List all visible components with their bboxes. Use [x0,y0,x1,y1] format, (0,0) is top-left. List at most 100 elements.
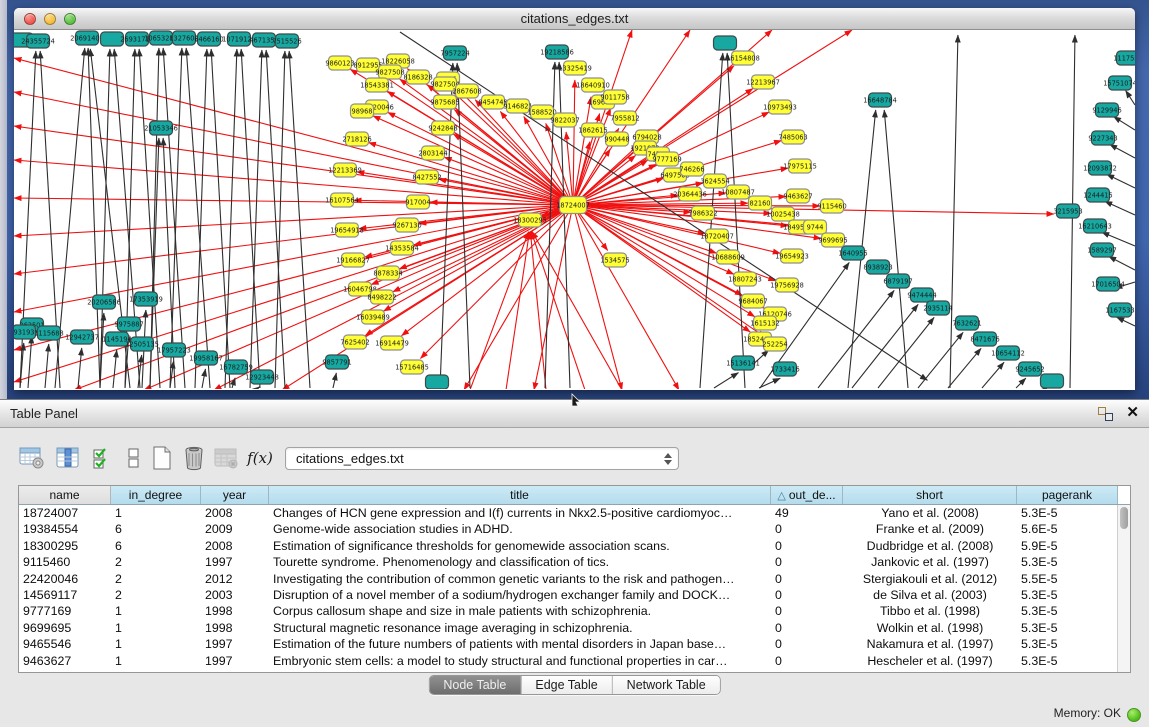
table-row[interactable]: 1938455462009Genome-wide association stu… [19,521,1130,537]
table-cell-out_de[interactable]: 0 [771,636,843,652]
table-cell-in_degree[interactable]: 2 [111,554,201,570]
table-cell-short[interactable]: Wolkin et al. (1998) [843,620,1017,636]
table-cell-out_de[interactable]: 0 [771,571,843,587]
table-cell-title[interactable]: Embryonic stem cells: a model to study s… [269,653,771,669]
memory-status-dot[interactable] [1127,708,1141,722]
yellow-node[interactable]: 9744 [804,220,827,234]
network-window-titlebar[interactable]: citations_edges.txt [14,8,1135,30]
column-header-name[interactable]: name [19,486,111,504]
table-body[interactable]: 1872400712008Changes of HCN gene express… [19,505,1130,669]
teal-node[interactable]: 1733416 [770,362,799,376]
teal-node[interactable]: 9129946 [1092,103,1121,117]
table-cell-out_de[interactable]: 0 [771,603,843,619]
yellow-node[interactable]: 9267130 [392,218,421,232]
table-cell-name[interactable]: 9115460 [19,554,111,570]
yellow-node[interactable]: 18543381 [360,78,394,92]
yellow-node[interactable]: 9822037 [550,113,579,127]
table-cell-title[interactable]: Estimation of significance thresholds fo… [269,538,771,554]
yellow-node[interactable]: 16039489 [356,310,390,324]
yellow-node[interactable]: 20364436 [673,187,707,201]
table-cell-short[interactable]: Hescheler et al. (1997) [843,653,1017,669]
yellow-node[interactable]: 990448 [604,132,629,146]
teal-node[interactable]: 20691406 [70,31,104,45]
table-cell-out_de[interactable]: 49 [771,505,843,521]
teal-node[interactable]: 9227343 [1088,131,1117,145]
teal-node[interactable]: 21053346 [144,121,178,135]
table-cell-out_de[interactable]: 0 [771,538,843,554]
yellow-node[interactable]: 8878334 [373,266,402,280]
table-cell-short[interactable]: de Silva et al. (2003) [843,587,1017,603]
table-cell-in_degree[interactable]: 1 [111,653,201,669]
teal-node[interactable]: 9975887 [114,317,143,331]
teal-node[interactable]: 16210643 [1078,219,1112,233]
table-header-row[interactable]: namein_degreeyeartitle△out_de...shortpag… [19,486,1130,505]
yellow-node[interactable]: 17975115 [783,159,817,173]
close-icon[interactable]: ✕ [1126,403,1139,421]
yellow-node[interactable]: 9242848 [428,121,457,135]
yellow-node[interactable]: 7986322 [688,206,717,220]
table-cell-short[interactable]: Stergiakouli et al. (2012) [843,571,1017,587]
column-header-in_degree[interactable]: in_degree [111,486,201,504]
teal-node[interactable]: 1115688 [34,326,63,340]
yellow-node[interactable]: 9827508 [375,65,404,79]
new-table-button[interactable] [148,444,176,472]
table-cell-out_de[interactable]: 0 [771,554,843,570]
table-cell-pagerank[interactable]: 5.3E-5 [1017,636,1118,652]
teal-node[interactable]: 7515526 [272,34,301,48]
yellow-node[interactable]: 9777169 [652,152,681,166]
table-cell-title[interactable]: Investigating the contribution of common… [269,571,771,587]
teal-node[interactable]: 1589297 [1087,243,1116,257]
table-row[interactable]: 946362711997Embryonic stem cells: a mode… [19,653,1130,669]
teal-node[interactable]: 8938923 [863,260,892,274]
yellow-node[interactable]: 13325419 [558,61,592,75]
teal-node[interactable]: 9474444 [907,288,936,302]
yellow-node[interactable]: 9463627 [783,189,812,203]
vertical-scrollbar[interactable] [1117,505,1130,672]
teal-node[interactable]: 1640955 [838,246,867,260]
table-cell-in_degree[interactable]: 1 [111,603,201,619]
table-cell-year[interactable]: 2008 [201,538,269,554]
yellow-node[interactable]: 98968 [351,104,374,118]
teal-node[interactable]: 1244415 [1083,188,1112,202]
table-cell-year[interactable]: 2003 [201,587,269,603]
table-options-button[interactable] [18,444,46,472]
table-selector-combobox[interactable]: citations_edges.txt [285,447,679,470]
table-cell-short[interactable]: Dudbridge et al. (2008) [843,538,1017,554]
table-cell-name[interactable]: 9777169 [19,603,111,619]
teal-node[interactable]: 10654112 [991,346,1025,360]
yellow-node[interactable]: 18724007 [556,197,590,214]
yellow-node[interactable]: 16154808 [726,51,760,65]
teal-node[interactable]: 17957223 [157,343,191,357]
tab-node-table[interactable]: Node Table [429,676,521,694]
yellow-node[interactable]: 9699695 [818,233,847,247]
teal-node[interactable]: 12093872 [1083,161,1117,175]
node-table[interactable]: namein_degreeyeartitle△out_de...shortpag… [18,485,1131,673]
yellow-node[interactable]: 1534575 [600,253,629,267]
yellow-node[interactable]: 8498222 [367,290,396,304]
yellow-node[interactable]: 15716485 [395,360,429,374]
yellow-node[interactable]: 9011758 [600,90,629,104]
column-header-out_de[interactable]: △out_de... [771,486,843,504]
table-cell-title[interactable]: Corpus callosum shape and size in male p… [269,603,771,619]
table-row[interactable]: 2242004622012Investigating the contribut… [19,571,1130,587]
teal-node[interactable]: 15136141 [726,356,760,370]
delete-table-button[interactable] [180,444,208,472]
table-cell-short[interactable]: Nakamura et al. (1997) [843,636,1017,652]
table-cell-name[interactable]: 9699695 [19,620,111,636]
table-cell-title[interactable]: Estimation of the future numbers of pati… [269,636,771,652]
teal-node[interactable] [426,375,449,389]
tab-edge-table[interactable]: Edge Table [521,676,612,694]
table-cell-year[interactable]: 1997 [201,636,269,652]
table-cell-pagerank[interactable]: 5.3E-5 [1017,505,1118,521]
yellow-node[interactable]: 917004 [405,195,430,209]
teal-node[interactable]: 8471676 [970,332,999,346]
table-cell-year[interactable]: 2012 [201,571,269,587]
yellow-node[interactable]: 18640910 [576,78,610,92]
table-cell-year[interactable]: 2008 [201,505,269,521]
yellow-node[interactable]: 7485063 [778,130,807,144]
table-cell-short[interactable]: Yano et al. (2008) [843,505,1017,521]
tab-network-table[interactable]: Network Table [613,676,720,694]
table-cell-name[interactable]: 9463627 [19,653,111,669]
teal-node[interactable]: 1167533 [1105,303,1134,317]
table-cell-title[interactable]: Structural magnetic resonance image aver… [269,620,771,636]
